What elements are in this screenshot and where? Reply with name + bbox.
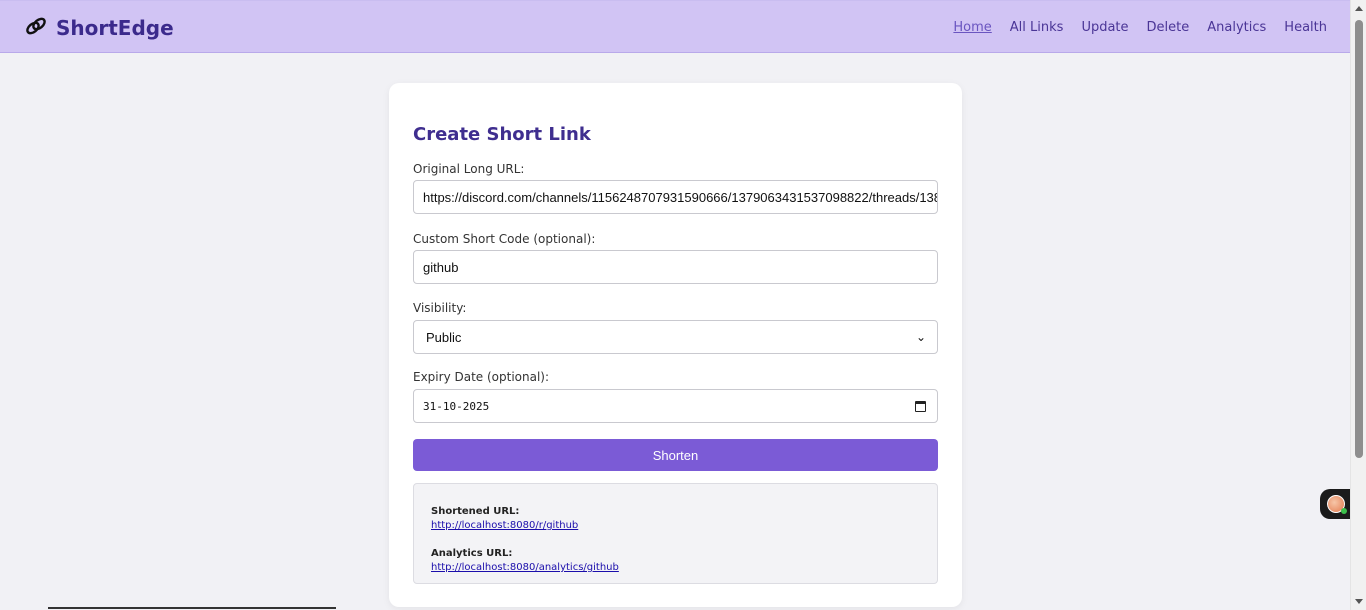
nav-home[interactable]: Home (953, 20, 991, 35)
scroll-up-icon[interactable] (1355, 6, 1363, 11)
assistant-widget-button[interactable] (1320, 489, 1352, 519)
nav-links: Home All Links Update Delete Analytics H… (953, 20, 1327, 35)
short-code-label: Custom Short Code (optional): (413, 232, 596, 246)
long-url-label: Original Long URL: (413, 162, 525, 176)
chevron-down-icon: ⌄ (915, 330, 926, 344)
page-scrollbar[interactable] (1350, 0, 1366, 610)
expiry-date-input[interactable]: 31-10-2025 (413, 389, 938, 423)
divider (48, 607, 336, 609)
nav-update[interactable]: Update (1081, 20, 1128, 35)
visibility-value: Public (426, 329, 462, 345)
visibility-select[interactable]: Public ⌄ (413, 320, 938, 354)
short-code-input[interactable]: github (413, 250, 938, 284)
expiry-label: Expiry Date (optional): (413, 370, 550, 384)
scroll-down-icon[interactable] (1355, 599, 1363, 604)
analytics-url-link[interactable]: http://localhost:8080/analytics/github (431, 562, 619, 573)
calendar-icon[interactable] (915, 400, 926, 412)
nav-all-links[interactable]: All Links (1010, 20, 1064, 35)
analytics-url-label: Analytics URL: (431, 548, 513, 559)
assistant-avatar-icon (1327, 495, 1347, 514)
result-box: Shortened URL: http://localhost:8080/r/g… (413, 483, 938, 584)
long-url-input[interactable]: https://discord.com/channels/11562487079… (413, 180, 938, 214)
visibility-label: Visibility: (413, 301, 467, 315)
nav-delete[interactable]: Delete (1147, 20, 1190, 35)
page-title: Create Short Link (413, 124, 591, 145)
nav-health[interactable]: Health (1284, 20, 1327, 35)
link-icon (24, 14, 48, 43)
shortened-url-label: Shortened URL: (431, 506, 520, 517)
create-link-card: Create Short Link Original Long URL: htt… (389, 83, 962, 607)
shorten-button[interactable]: Shorten (413, 439, 938, 471)
navbar: ShortEdge Home All Links Update Delete A… (0, 0, 1350, 53)
shortened-url-link[interactable]: http://localhost:8080/r/github (431, 520, 578, 531)
expiry-value: 31-10-2025 (423, 399, 490, 413)
scroll-thumb[interactable] (1355, 20, 1363, 458)
brand-name: ShortEdge (56, 16, 174, 40)
nav-analytics[interactable]: Analytics (1207, 20, 1266, 35)
brand[interactable]: ShortEdge (24, 15, 174, 41)
